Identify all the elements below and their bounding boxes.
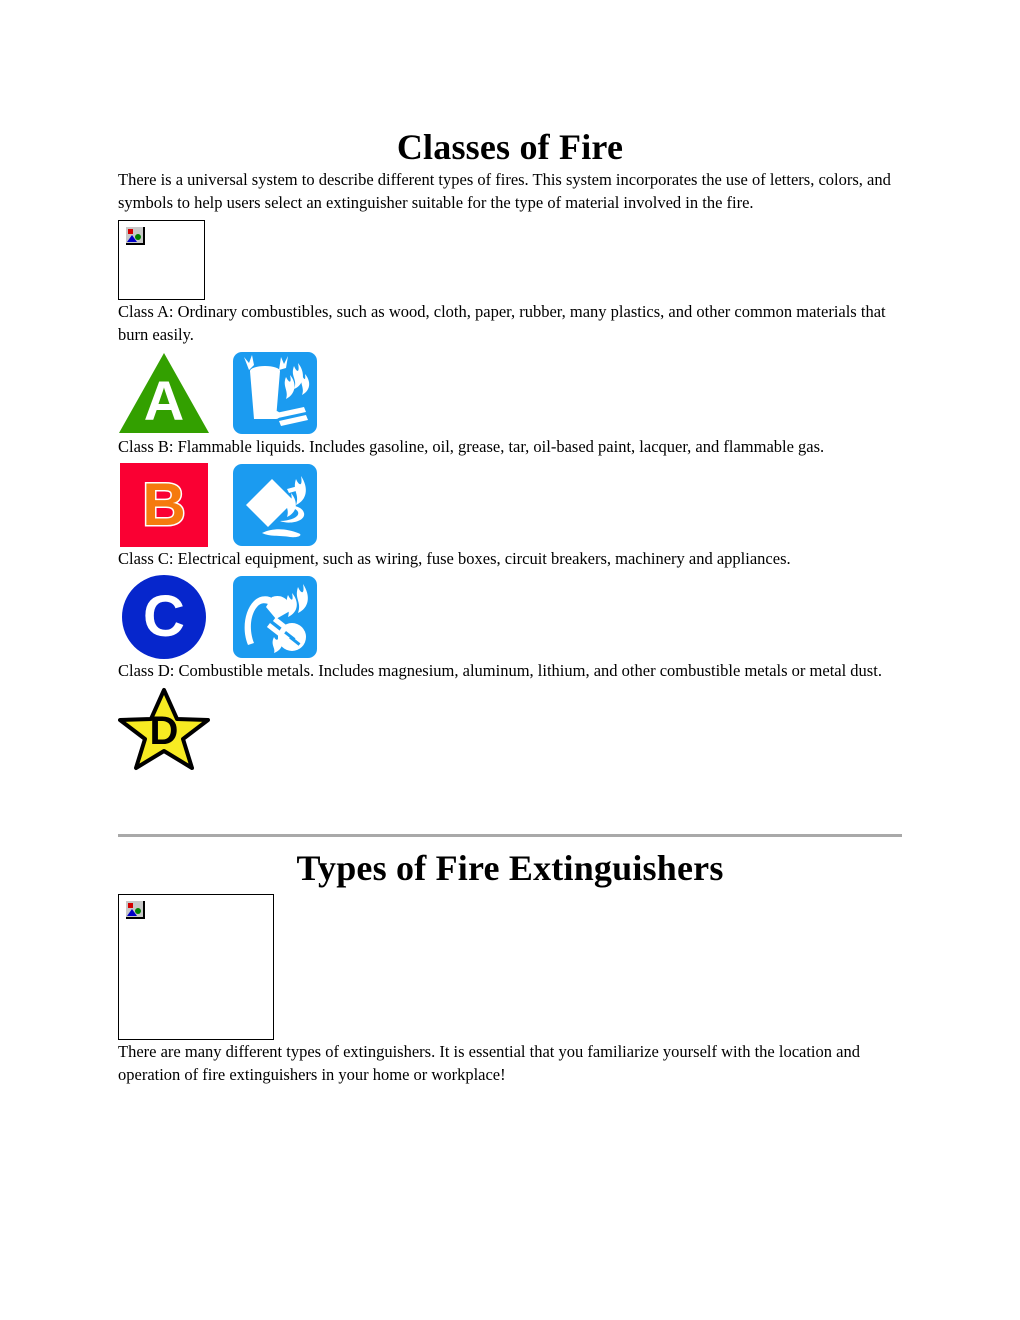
broken-image-red-square <box>128 228 133 234</box>
class-a-symbols: A <box>118 351 902 435</box>
page-title-classes-of-fire: Classes of Fire <box>396 127 624 167</box>
document-page: Classes of Fire There is a universal sys… <box>0 0 1020 1320</box>
section-divider <box>118 833 902 837</box>
class-c-description: Class C: Electrical equipment, such as w… <box>118 548 791 568</box>
class-c-pictogram <box>232 575 324 659</box>
section-classes-of-fire: Classes of Fire <box>118 0 902 168</box>
intro-paragraph: There is a universal system to describe … <box>118 169 891 212</box>
broken-image-icon <box>126 901 145 920</box>
class-d-description: Class D: Combustible metals. Includes ma… <box>118 660 882 680</box>
section-types-of-fire-extinguishers: Types of Fire Extinguishers There are ma… <box>118 833 902 1087</box>
class-c-symbols: C <box>118 574 902 659</box>
class-a-pictogram <box>232 351 324 435</box>
class-a-letter: A <box>143 368 185 432</box>
class-c-circle-symbol: C <box>118 574 210 659</box>
class-d-star-symbol: D <box>118 687 210 771</box>
missing-image-placeholder-2 <box>118 894 274 1041</box>
class-b-description: Class B: Flammable liquids. Includes gas… <box>118 436 825 456</box>
class-a-description: Class A: Ordinary combustibles, such as … <box>118 301 886 344</box>
electrical-plug-and-fire-icon <box>233 575 317 658</box>
class-b-square-symbol: B <box>118 462 210 547</box>
water-bucket-and-burning-wood-icon <box>233 351 317 434</box>
page-title-types-of-fire-extinguishers: Types of Fire Extinguishers <box>296 847 724 888</box>
broken-image-blue-triangle <box>127 909 137 917</box>
broken-image-red-square <box>128 903 133 909</box>
missing-image-placeholder-1 <box>118 219 205 300</box>
closing-paragraph: There are many different types of exting… <box>118 1042 860 1085</box>
class-d-letter: D <box>149 708 179 753</box>
class-b-letter: B <box>141 470 187 538</box>
class-a-triangle-symbol: A <box>118 351 210 435</box>
class-c-letter: C <box>143 583 185 649</box>
class-d-symbols: D <box>118 687 902 771</box>
class-b-pictogram <box>232 463 324 547</box>
broken-image-icon <box>126 226 145 245</box>
broken-image-blue-triangle <box>127 234 137 242</box>
fuel-can-pouring-on-fire-icon <box>233 463 317 546</box>
class-b-symbols: B <box>118 462 902 547</box>
